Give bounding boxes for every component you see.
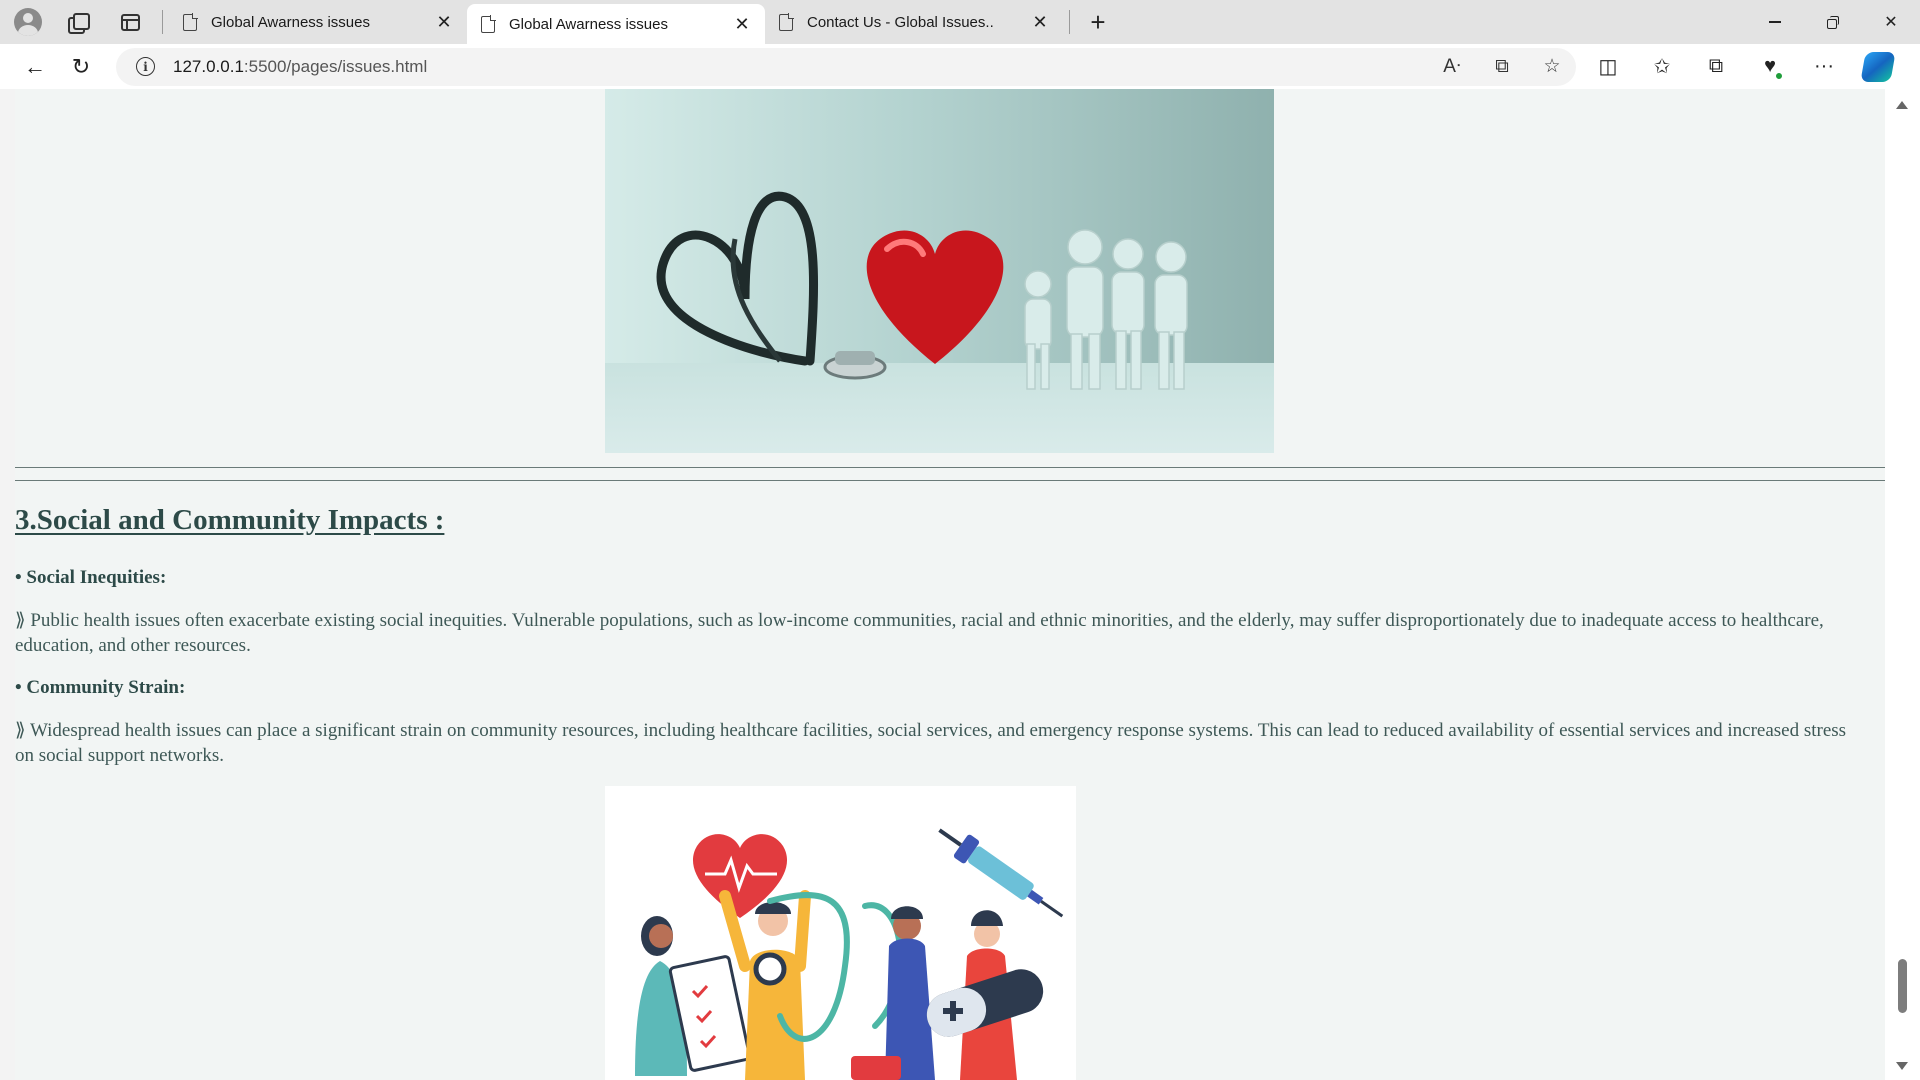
split-screen-button[interactable]: ◫ — [1588, 49, 1628, 85]
tab-contact-us[interactable]: Contact Us - Global Issues.. ✕ — [765, 0, 1063, 44]
favorites-icon: ✩ — [1653, 56, 1671, 78]
tab-separator — [162, 10, 163, 34]
divider-bottom — [15, 480, 1885, 481]
page-content: 3.Social and Community Impacts : • Socia… — [15, 89, 1885, 1080]
star-icon[interactable]: ☆ — [1538, 55, 1566, 78]
page-icon — [779, 12, 794, 31]
healthcare-workers-illustration — [635, 828, 1064, 1080]
tab-global-awareness-2[interactable]: Global Awarness issues ✕ — [467, 4, 765, 44]
health-family-image — [605, 89, 1274, 453]
divider-top — [15, 467, 1885, 468]
restore-icon — [1827, 16, 1839, 29]
more-button[interactable]: ··· — [1804, 49, 1844, 85]
window-close-button[interactable]: ✕ — [1862, 0, 1920, 44]
item-text-social-inequities: ⟫ Public health issues often exacerbate … — [15, 610, 1824, 656]
profile-button[interactable] — [0, 0, 52, 44]
scroll-up-arrow-icon[interactable] — [1896, 101, 1908, 109]
window-controls: ✕ — [1746, 0, 1920, 44]
item-heading-community-strain: • Community Strain: — [15, 677, 186, 698]
healthcare-workers-image — [605, 786, 1076, 1080]
stethoscope-bell — [835, 351, 875, 365]
section-heading: 3.Social and Community Impacts : — [15, 504, 445, 536]
item-text-community-strain: ⟫ Widespread health issues can place a s… — [15, 720, 1847, 766]
doctor-blue-coat — [851, 906, 935, 1080]
extension-status-dot — [1774, 70, 1784, 81]
nurse-with-pill — [926, 910, 1044, 1080]
reload-icon: ↻ — [71, 53, 91, 79]
extension-button[interactable]: ♥ — [1750, 49, 1790, 85]
vertical-tabs-button[interactable] — [104, 0, 156, 44]
vertical-tabs-icon — [120, 13, 140, 31]
reload-button[interactable]: ↻ — [58, 49, 104, 85]
copilot-icon — [1860, 51, 1896, 82]
address-bar-actions: Aᐧ ⧉ ☆ — [1438, 48, 1566, 86]
minimize-button[interactable] — [1746, 0, 1804, 44]
paper-family-figures — [1024, 229, 1188, 390]
collections-button[interactable]: ⧉ — [1696, 49, 1736, 85]
tab-global-awareness-1[interactable]: Global Awarness issues ✕ — [169, 0, 467, 44]
tab-close-icon[interactable]: ✕ — [1029, 11, 1051, 33]
page-icon — [183, 12, 198, 31]
workspaces-button[interactable] — [52, 0, 104, 44]
tab-title: Contact Us - Global Issues.. — [807, 13, 994, 31]
url-host: 127.0.0.1 — [173, 56, 244, 76]
favorites-button[interactable]: ✩ — [1642, 49, 1682, 85]
tab-strip: Global Awarness issues ✕ Global Awarness… — [0, 0, 1920, 44]
browser-toolbar: ← ↻ i 127.0.0.1:5500/pages/issues.html A… — [0, 44, 1920, 89]
read-aloud-icon[interactable]: Aᐧ — [1438, 55, 1466, 78]
back-arrow-icon: ← — [24, 53, 46, 79]
workspaces-icon — [68, 13, 90, 34]
back-button[interactable]: ← — [12, 49, 58, 85]
scrollbar-thumb[interactable] — [1898, 959, 1907, 1013]
url-path: :5500/pages/issues.html — [243, 56, 428, 76]
more-icon: ··· — [1814, 55, 1834, 77]
stethoscope-heart-family-illustration — [656, 191, 1188, 390]
restore-button[interactable] — [1804, 0, 1862, 44]
tab-close-icon[interactable]: ✕ — [731, 13, 753, 35]
profile-avatar-icon — [14, 8, 42, 36]
scroll-down-arrow-icon[interactable] — [1896, 1062, 1908, 1070]
page-scrollbar[interactable] — [1885, 89, 1920, 1080]
page-icon — [481, 14, 496, 33]
copilot-button[interactable] — [1858, 49, 1898, 85]
item-heading-social-inequities: • Social Inequities: — [15, 567, 167, 588]
syringe — [938, 828, 1064, 918]
immersive-reader-icon[interactable]: ⧉ — [1488, 56, 1516, 78]
url-text[interactable]: 127.0.0.1:5500/pages/issues.html — [173, 57, 427, 77]
tab-title: Global Awarness issues — [211, 13, 370, 31]
tab-close-icon[interactable]: ✕ — [433, 11, 455, 33]
collections-icon: ⧉ — [1708, 55, 1724, 77]
minimize-icon — [1769, 21, 1781, 23]
info-icon[interactable]: i — [136, 57, 155, 76]
stethoscope-chestpiece-large — [753, 952, 787, 986]
tab-title: Global Awarness issues — [509, 15, 668, 33]
page-viewport: 3.Social and Community Impacts : • Socia… — [0, 89, 1920, 1080]
toolbar-right: ◫ ✩ ⧉ ♥ ··· — [1588, 49, 1898, 85]
address-bar[interactable]: i 127.0.0.1:5500/pages/issues.html Aᐧ ⧉ … — [116, 47, 1576, 86]
tab-separator — [1069, 10, 1070, 34]
split-screen-icon: ◫ — [1598, 56, 1618, 78]
new-tab-button[interactable]: + — [1076, 0, 1120, 44]
